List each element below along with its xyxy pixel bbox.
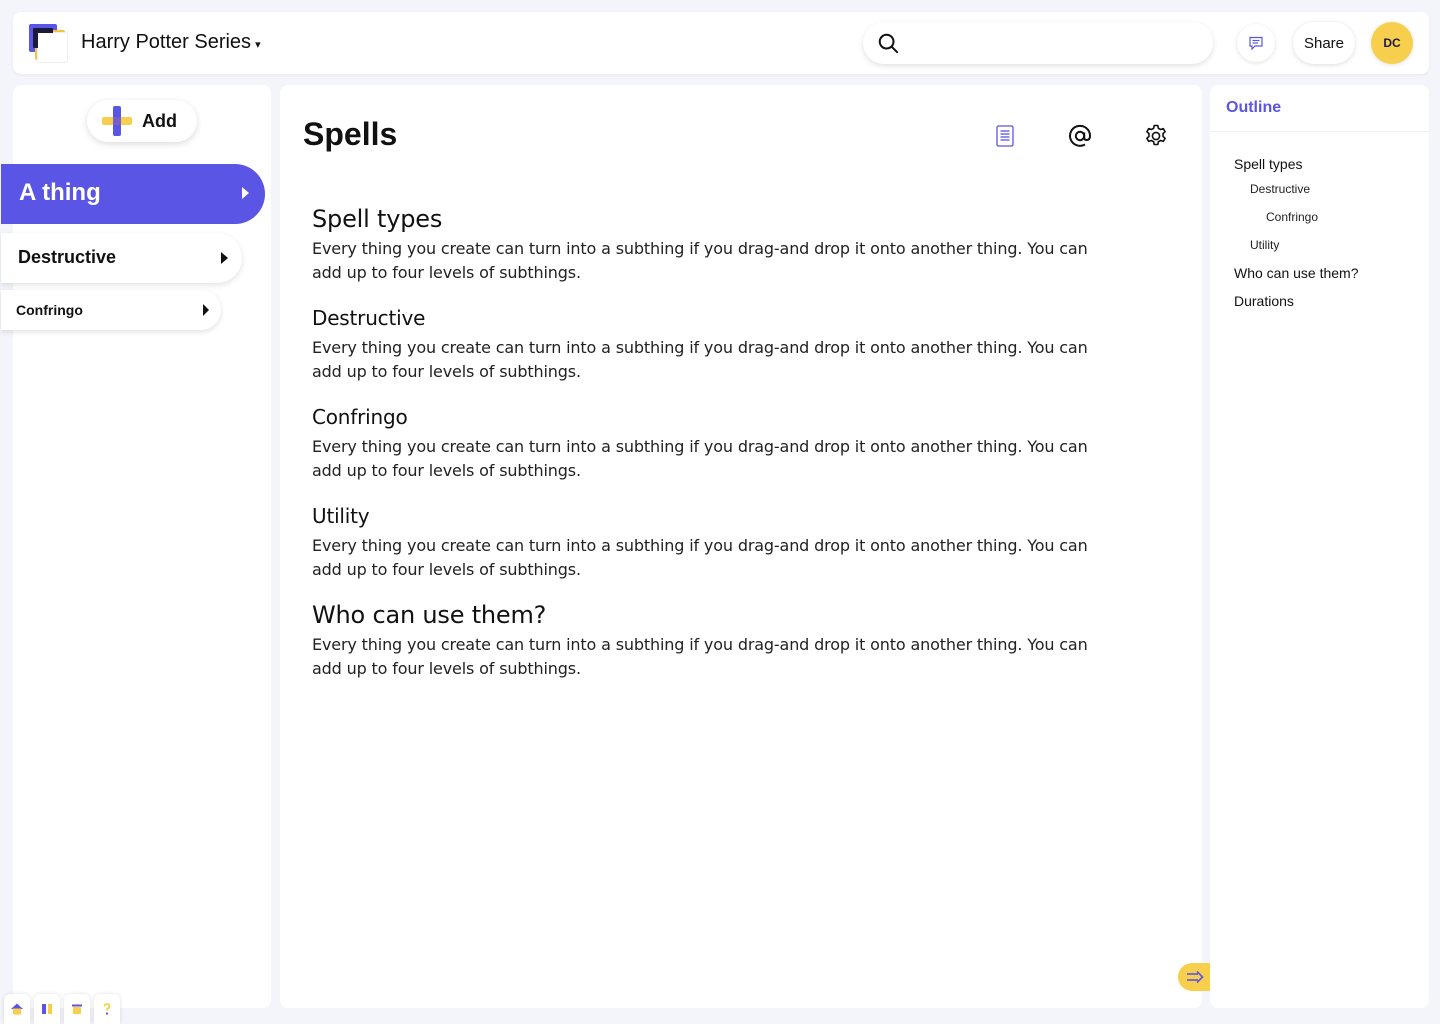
search-bar[interactable]	[863, 22, 1213, 64]
arrow-right-icon	[1187, 970, 1204, 984]
home-button[interactable]	[4, 994, 30, 1024]
search-input[interactable]	[907, 30, 1197, 56]
app-logo[interactable]	[29, 24, 67, 62]
sidebar-item-destructive[interactable]: Destructive	[1, 233, 242, 283]
section-heading[interactable]: Spell types	[312, 203, 1102, 235]
section-heading[interactable]: Who can use them?	[312, 599, 1102, 631]
page-title: Spells	[303, 116, 398, 152]
search-icon	[878, 33, 899, 54]
help-icon	[103, 1003, 111, 1015]
top-header: Harry Potter Series ▾ Share DC	[13, 12, 1429, 74]
section-heading[interactable]: Destructive	[312, 302, 1102, 334]
outline-panel: Outline Spell types Destructive Confring…	[1210, 85, 1429, 1008]
trash-icon	[72, 1004, 82, 1014]
outline-item-confringo[interactable]: Confringo	[1266, 210, 1318, 224]
left-sidebar: Add A thing Destructive Confringo	[1, 85, 271, 1008]
toggle-outline-button[interactable]	[1178, 963, 1212, 991]
section-paragraph[interactable]: Every thing you create can turn into a s…	[312, 435, 1102, 483]
document-body: Spell types Every thing you create can t…	[312, 203, 1102, 698]
chevron-down-icon: ▾	[255, 38, 261, 51]
outline-item-utility[interactable]: Utility	[1250, 238, 1279, 252]
add-button-label: Add	[142, 111, 177, 131]
sidebar-item-confringo[interactable]: Confringo	[1, 290, 221, 330]
share-button-label: Share	[1303, 34, 1345, 52]
sidebar-item-a-thing[interactable]: A thing	[1, 164, 265, 224]
mention-icon[interactable]	[1067, 123, 1093, 149]
comments-button[interactable]	[1237, 24, 1275, 62]
section-paragraph[interactable]: Every thing you create can turn into a s…	[312, 534, 1102, 582]
outline-item-spell-types[interactable]: Spell types	[1234, 156, 1302, 172]
section-paragraph[interactable]: Every thing you create can turn into a s…	[312, 237, 1102, 285]
chevron-right-icon	[221, 252, 228, 264]
comment-icon	[1249, 36, 1263, 51]
plus-icon	[102, 106, 132, 136]
outline-item-destructive[interactable]: Destructive	[1250, 182, 1310, 196]
section-paragraph[interactable]: Every thing you create can turn into a s…	[312, 336, 1102, 384]
outline-header: Outline	[1210, 85, 1429, 132]
sidebar-item-label: Destructive	[18, 247, 117, 267]
document-title-dropdown[interactable]: Harry Potter Series ▾	[81, 31, 261, 54]
section-paragraph[interactable]: Every thing you create can turn into a s…	[312, 633, 1102, 681]
home-icon	[11, 1003, 23, 1015]
document-title: Harry Potter Series	[81, 31, 252, 53]
section-who-can-use-them: Who can use them? Every thing you create…	[312, 599, 1102, 681]
bottom-toolbar	[4, 994, 120, 1024]
section-spell-types: Spell types Every thing you create can t…	[312, 203, 1102, 285]
sidebar-item-label: Confringo	[16, 302, 83, 318]
user-avatar[interactable]: DC	[1371, 22, 1413, 64]
section-destructive: Destructive Every thing you create can t…	[312, 302, 1102, 384]
board-button[interactable]	[34, 994, 60, 1024]
chevron-right-icon	[203, 304, 209, 316]
outline-item-durations[interactable]: Durations	[1234, 293, 1294, 309]
outline-title: Outline	[1226, 99, 1282, 116]
document-icon[interactable]	[992, 123, 1018, 149]
trash-button[interactable]	[64, 994, 90, 1024]
section-utility: Utility Every thing you create can turn …	[312, 500, 1102, 582]
columns-icon	[42, 1004, 52, 1014]
share-button[interactable]: Share	[1293, 22, 1355, 64]
section-confringo: Confringo Every thing you create can tur…	[312, 401, 1102, 483]
section-heading[interactable]: Utility	[312, 500, 1102, 532]
main-content: Spells Spell types Every thing you creat…	[280, 85, 1212, 1008]
outline-item-who-can-use-them[interactable]: Who can use them?	[1234, 265, 1359, 281]
section-heading[interactable]: Confringo	[312, 401, 1102, 433]
settings-gear-icon[interactable]	[1143, 123, 1169, 149]
chevron-right-icon	[242, 187, 249, 199]
add-button[interactable]: Add	[87, 100, 197, 142]
help-button[interactable]	[94, 994, 120, 1024]
avatar-initials: DC	[1383, 36, 1401, 50]
sidebar-item-label: A thing	[19, 179, 101, 206]
